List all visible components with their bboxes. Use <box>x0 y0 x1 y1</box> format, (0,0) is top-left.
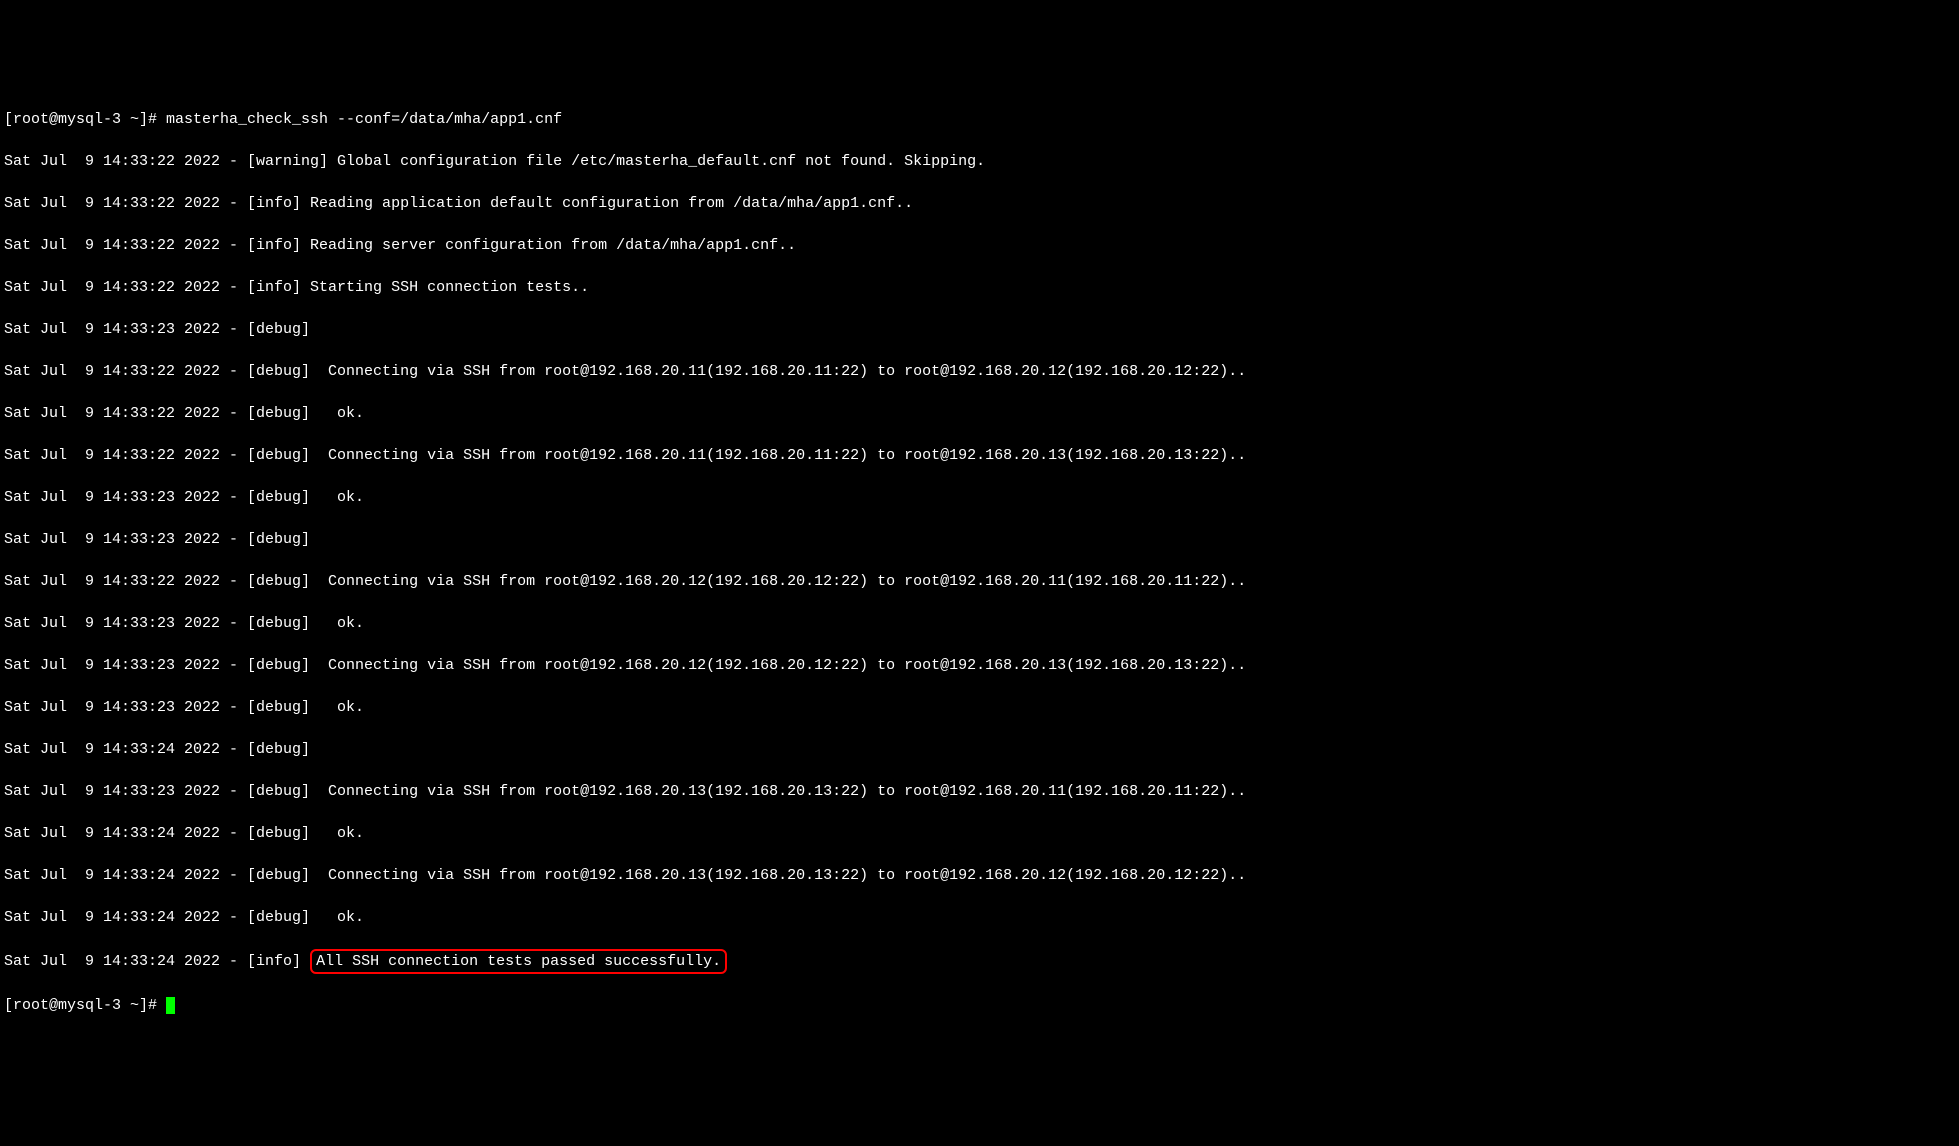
success-highlight: All SSH connection tests passed successf… <box>310 949 727 974</box>
output-line: Sat Jul 9 14:33:22 2022 - [info] Reading… <box>4 193 1955 214</box>
output-line: Sat Jul 9 14:33:22 2022 - [info] Startin… <box>4 277 1955 298</box>
output-line: Sat Jul 9 14:33:23 2022 - [debug] Connec… <box>4 655 1955 676</box>
output-line: Sat Jul 9 14:33:24 2022 - [debug] ok. <box>4 823 1955 844</box>
output-line: Sat Jul 9 14:33:24 2022 - [debug] Connec… <box>4 865 1955 886</box>
terminal-output[interactable]: [root@mysql-3 ~]# masterha_check_ssh --c… <box>4 88 1955 1037</box>
final-prefix: Sat Jul 9 14:33:24 2022 - [info] <box>4 953 310 970</box>
command-text: masterha_check_ssh --conf=/data/mha/app1… <box>166 111 562 128</box>
output-line: Sat Jul 9 14:33:22 2022 - [info] Reading… <box>4 235 1955 256</box>
output-line: Sat Jul 9 14:33:23 2022 - [debug] ok. <box>4 487 1955 508</box>
command-line: [root@mysql-3 ~]# masterha_check_ssh --c… <box>4 109 1955 130</box>
output-line: Sat Jul 9 14:33:24 2022 - [debug] <box>4 739 1955 760</box>
output-line: Sat Jul 9 14:33:22 2022 - [debug] Connec… <box>4 571 1955 592</box>
output-line: Sat Jul 9 14:33:23 2022 - [debug] Connec… <box>4 781 1955 802</box>
output-line: Sat Jul 9 14:33:24 2022 - [debug] ok. <box>4 907 1955 928</box>
prompt-line: [root@mysql-3 ~]# <box>4 995 1955 1016</box>
output-line: Sat Jul 9 14:33:22 2022 - [debug] ok. <box>4 403 1955 424</box>
output-line: Sat Jul 9 14:33:23 2022 - [debug] <box>4 319 1955 340</box>
output-line: Sat Jul 9 14:33:22 2022 - [debug] Connec… <box>4 361 1955 382</box>
output-line: Sat Jul 9 14:33:22 2022 - [debug] Connec… <box>4 445 1955 466</box>
output-line: Sat Jul 9 14:33:23 2022 - [debug] ok. <box>4 613 1955 634</box>
output-line: Sat Jul 9 14:33:23 2022 - [debug] ok. <box>4 697 1955 718</box>
shell-prompt: [root@mysql-3 ~]# <box>4 997 166 1014</box>
cursor-icon <box>166 997 175 1014</box>
output-line: Sat Jul 9 14:33:23 2022 - [debug] <box>4 529 1955 550</box>
final-line: Sat Jul 9 14:33:24 2022 - [info] All SSH… <box>4 949 1955 974</box>
shell-prompt: [root@mysql-3 ~]# <box>4 111 166 128</box>
output-line: Sat Jul 9 14:33:22 2022 - [warning] Glob… <box>4 151 1955 172</box>
